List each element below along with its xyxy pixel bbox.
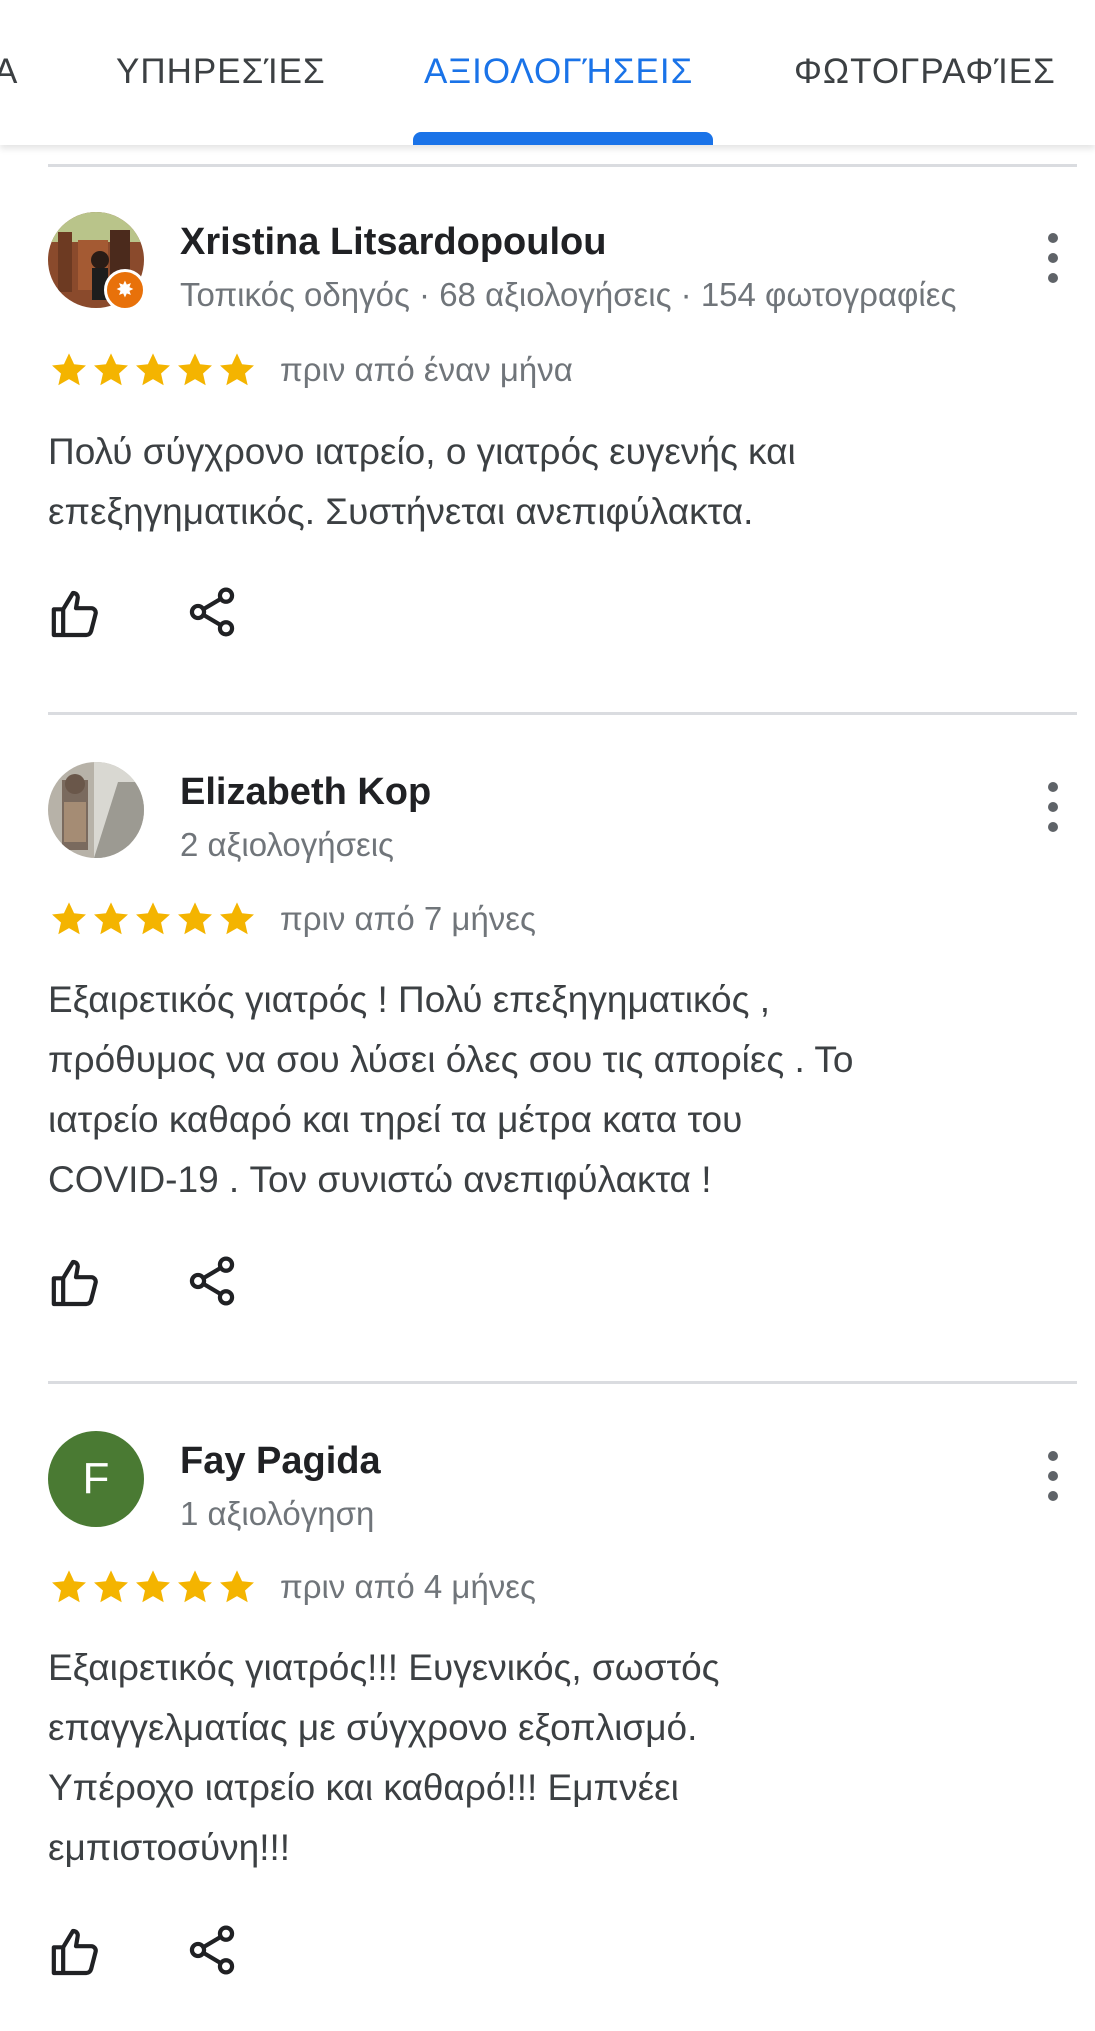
avatar[interactable]: F [48, 1431, 144, 1527]
thumbs-up-icon[interactable] [48, 1255, 104, 1311]
reviewer-name[interactable]: Xristina Litsardopoulou [180, 221, 606, 264]
reviewer-meta: Τοπικός οδηγός · 68 αξιολογήσεις · 154 φ… [180, 276, 957, 313]
reviewer-meta: 2 αξιολογήσεις [180, 826, 394, 863]
more-options-icon[interactable] [1036, 233, 1070, 283]
reviewer-meta: 1 αξιολόγηση [180, 1495, 375, 1532]
avatar[interactable] [48, 762, 144, 858]
review-time: πριν από έναν μήνα [280, 351, 573, 388]
share-icon[interactable] [184, 1253, 240, 1309]
star-icon [94, 1570, 128, 1603]
star-icon [220, 902, 254, 935]
divider [48, 164, 1077, 167]
star-icon [94, 353, 128, 386]
star-rating [48, 349, 258, 393]
tab-bar: Α ΥΠΗΡΕΣΊΕΣ ΑΞΙΟΛΟΓΉΣΕΙΣ ΦΩΤΟΓΡΑΦΊΕΣ [0, 0, 1095, 145]
thumbs-up-icon[interactable] [48, 1924, 104, 1980]
review-text-line: Εξαιρετικός γιατρός!!! Ευγενικός, σωστός [48, 1647, 720, 1688]
reviewer-name[interactable]: Fay Pagida [180, 1440, 381, 1483]
thumbs-up-icon[interactable] [48, 586, 104, 642]
star-icon [136, 902, 170, 935]
star-icon [220, 353, 254, 386]
review-text-line: επεξηγηματικός. Συστήνεται ανεπιφύλακτα. [48, 491, 754, 532]
star-icon [178, 902, 212, 935]
star-icon [136, 1570, 170, 1603]
review-text-line: Εξαιρετικός γιατρός ! Πολύ επεξηγηματικό… [48, 979, 771, 1020]
star-rating [48, 1566, 258, 1610]
review-text-line: COVID-19 . Τον συνιστώ ανεπιφύλακτα ! [48, 1159, 712, 1200]
star-icon [94, 902, 128, 935]
share-icon[interactable] [184, 584, 240, 640]
profile-photo-icon [48, 762, 144, 858]
local-guide-badge-icon: ✸ [104, 269, 146, 311]
star-rating [48, 898, 258, 942]
star-icon [220, 1570, 254, 1603]
review-time: πριν από 4 μήνες [280, 1568, 536, 1605]
review-text: Εξαιρετικός γιατρός ! Πολύ επεξηγηματικό… [48, 970, 1048, 1210]
star-icon [136, 353, 170, 386]
tab-services[interactable]: ΥΠΗΡΕΣΊΕΣ [116, 52, 326, 92]
review-text-line: επαγγελματίας με σύγχρονο εξοπλισμό. [48, 1707, 698, 1748]
star-icon [52, 353, 86, 386]
review-text-line: Υπέροχο ιατρείο και καθαρό!!! Εμπνέει [48, 1767, 679, 1808]
tab-overview[interactable]: Α [0, 52, 18, 92]
review-text-line: εμπιστοσύνη!!! [48, 1827, 291, 1868]
review-text: Εξαιρετικός γιατρός!!! Ευγενικός, σωστός… [48, 1638, 1048, 1878]
more-options-icon[interactable] [1036, 1451, 1070, 1501]
tab-reviews[interactable]: ΑΞΙΟΛΟΓΉΣΕΙΣ [424, 52, 693, 92]
tab-photos[interactable]: ΦΩΤΟΓΡΑΦΊΕΣ [794, 52, 1056, 92]
divider [48, 712, 1077, 715]
share-icon[interactable] [184, 1922, 240, 1978]
divider [48, 1381, 1077, 1384]
star-icon [178, 1570, 212, 1603]
review-text: Πολύ σύγχρονο ιατρείο, ο γιατρός ευγενής… [48, 422, 1048, 542]
review-time: πριν από 7 μήνες [280, 900, 536, 937]
review-text-line: ιατρείο καθαρό και τηρεί τα μέτρα κατα τ… [48, 1099, 743, 1140]
review-text-line: πρόθυμος να σου λύσει όλες σου τις απορί… [48, 1039, 854, 1080]
more-options-icon[interactable] [1036, 782, 1070, 832]
review-text-line: Πολύ σύγχρονο ιατρείο, ο γιατρός ευγενής… [48, 431, 796, 472]
reviewer-name[interactable]: Elizabeth Kop [180, 771, 431, 814]
star-icon [52, 902, 86, 935]
star-icon [52, 1570, 86, 1603]
active-tab-indicator [413, 132, 713, 145]
star-icon [178, 353, 212, 386]
